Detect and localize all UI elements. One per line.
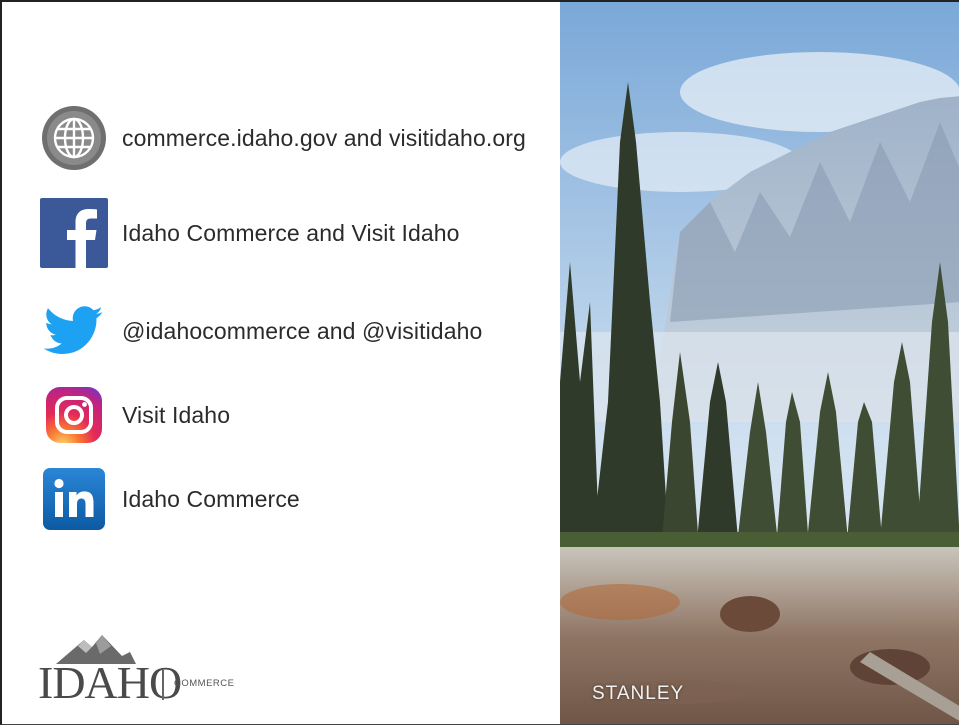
twitter-icon xyxy=(40,297,108,365)
logo-subtitle: COMMERCE xyxy=(174,678,235,689)
facebook-label[interactable]: Idaho Commerce and Visit Idaho xyxy=(122,220,460,247)
instagram-icon xyxy=(40,381,108,449)
contact-panel: commerce.idaho.gov and visitidaho.org Id… xyxy=(2,2,560,724)
linkedin-icon xyxy=(40,465,108,533)
contact-row-twitter[interactable]: @idahocommerce and @visitidaho xyxy=(40,296,482,366)
website-label[interactable]: commerce.idaho.gov and visitidaho.org xyxy=(122,125,526,152)
contact-row-linkedin[interactable]: Idaho Commerce xyxy=(40,464,300,534)
linkedin-label[interactable]: Idaho Commerce xyxy=(122,486,300,513)
stanley-landscape-photo: STANLEY xyxy=(560,2,959,724)
instagram-label[interactable]: Visit Idaho xyxy=(122,402,230,429)
contact-row-instagram[interactable]: Visit Idaho xyxy=(40,380,230,450)
logo-wordmark: IDAHO xyxy=(38,657,182,708)
facebook-icon xyxy=(40,198,108,268)
photo-caption: STANLEY xyxy=(592,683,685,704)
logo-divider xyxy=(162,670,164,700)
twitter-label[interactable]: @idahocommerce and @visitidaho xyxy=(122,318,482,345)
idaho-commerce-logo: IDAHO COMMERCE xyxy=(38,634,268,708)
contact-row-facebook[interactable]: Idaho Commerce and Visit Idaho xyxy=(40,198,460,268)
slide: commerce.idaho.gov and visitidaho.org Id… xyxy=(0,0,959,725)
globe-icon xyxy=(40,104,108,172)
contact-row-website[interactable]: commerce.idaho.gov and visitidaho.org xyxy=(40,103,526,173)
